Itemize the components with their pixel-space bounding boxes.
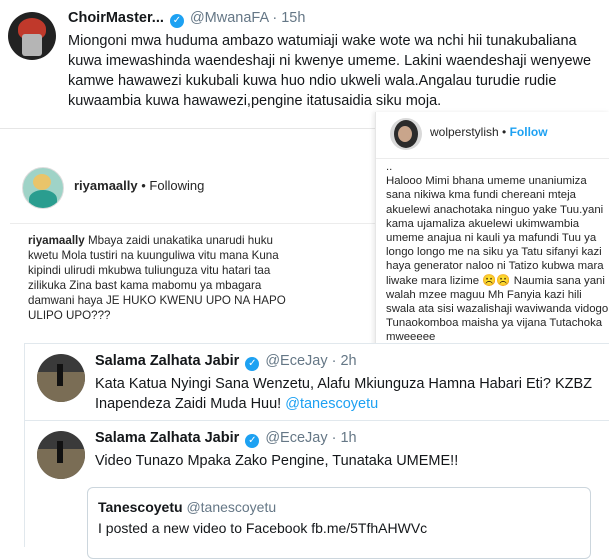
post-header: riyamaally • Following [74, 178, 204, 193]
author-name[interactable]: Salama Zalhata Jabir [95, 353, 239, 369]
tweet-ecejay-1[interactable]: Salama Zalhata Jabir ✓ @EceJay · 2h Kata… [24, 343, 609, 420]
author-handle[interactable]: @EceJay [265, 430, 327, 446]
tweet-header: ChoirMaster... ✓ @MwanaFA · 15h [68, 10, 305, 28]
verified-badge-icon: ✓ [245, 357, 260, 371]
author-handle[interactable]: @EceJay [265, 353, 327, 369]
tweet-time[interactable]: · 1h [332, 430, 357, 446]
quoted-author-handle[interactable]: @tanescoyetu [186, 499, 276, 515]
verified-badge-icon: ✓ [169, 14, 184, 28]
instagram-post-wolperstylish: wolperstylish • Follow .. Halooo Mimi bh… [375, 112, 609, 355]
tweet-mwanafa[interactable]: ChoirMaster... ✓ @MwanaFA · 15h Miongoni… [0, 0, 609, 120]
tweet-header: Salama Zalhata Jabir ✓ @EceJay · 1h [95, 430, 357, 448]
instagram-post-riyamaally: riyamaally • Following riyamaally Mbaya … [0, 128, 385, 351]
verified-badge-icon: ✓ [245, 434, 260, 448]
username[interactable]: wolperstylish [430, 125, 499, 139]
avatar[interactable] [390, 118, 422, 150]
author-name[interactable]: ChoirMaster... [68, 10, 164, 26]
tweet-text: Kata Katua Nyingi Sana Wenzetu, Alafu Mk… [95, 374, 600, 414]
tweet-header: Salama Zalhata Jabir ✓ @EceJay · 2h [95, 353, 357, 371]
post-caption: riyamaally Mbaya zaidi unakatika unarudi… [28, 233, 300, 323]
caption-username[interactable]: riyamaally [28, 234, 85, 247]
tweet-time[interactable]: · 15h [272, 10, 305, 26]
quoted-header: Tanescoyetu @tanescoyetu [98, 499, 276, 515]
quoted-author-name[interactable]: Tanescoyetu [98, 499, 183, 515]
follow-button[interactable]: Follow [510, 125, 548, 139]
quoted-tweet[interactable]: Tanescoyetu @tanescoyetu I posted a new … [87, 487, 591, 559]
avatar[interactable] [22, 167, 64, 209]
caption-text: Mbaya zaidi unakatika unarudi huku kwetu… [28, 234, 286, 322]
tweet-ecejay-2[interactable]: Salama Zalhata Jabir ✓ @EceJay · 1h Vide… [24, 420, 609, 559]
divider [10, 223, 385, 224]
avatar[interactable] [37, 354, 85, 402]
avatar[interactable] [8, 12, 56, 60]
divider [376, 158, 609, 159]
post-header: wolperstylish • Follow [430, 125, 548, 139]
mention-link[interactable]: @tanescoyetu [285, 396, 378, 412]
quoted-text: I posted a new video to Facebook fb.me/5… [98, 520, 428, 536]
tweet-text: Miongoni mwa huduma ambazo watumiaji wak… [68, 33, 592, 109]
follow-status[interactable]: • Following [141, 178, 204, 193]
tweet-text: Video Tunazo Mpaka Zako Pengine, Tunatak… [95, 453, 459, 469]
author-name[interactable]: Salama Zalhata Jabir [95, 430, 239, 446]
post-caption: .. Halooo Mimi bhana umeme unaniumiza sa… [386, 161, 609, 344]
author-handle[interactable]: @MwanaFA [190, 10, 268, 26]
avatar[interactable] [37, 431, 85, 479]
tweet-time[interactable]: · 2h [332, 353, 357, 369]
username[interactable]: riyamaally [74, 178, 138, 193]
